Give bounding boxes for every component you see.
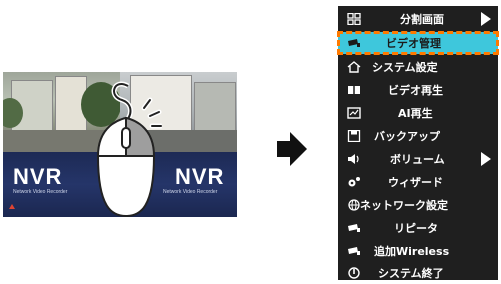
menu-item-label: ボリューム xyxy=(390,153,445,166)
menu-item-label: ネットワーク設定 xyxy=(360,199,448,212)
alert-icon xyxy=(9,204,15,209)
nvr-context-menu: 分割画面 ビデオ管理 システム設定 ビデオ再生 AI再生 バックアップ ボリュー… xyxy=(337,6,499,280)
menu-item-label: システム設定 xyxy=(372,61,438,74)
wireless-camera-icon xyxy=(348,247,360,255)
menu-item-network-settings[interactable]: ネットワーク設定 xyxy=(338,194,498,216)
nvr-logo-left: NVR xyxy=(13,164,63,189)
menu-item-system-settings[interactable]: システム設定 xyxy=(338,56,498,78)
home-icon xyxy=(347,61,361,73)
menu-item-backup[interactable]: バックアップ xyxy=(338,125,498,147)
camera-icon xyxy=(348,39,360,47)
nvr-subtitle-right: Network Video Recorder xyxy=(163,189,218,195)
menu-item-label: リピータ xyxy=(394,222,438,235)
menu-item-volume[interactable]: ボリューム xyxy=(338,148,498,170)
menu-item-wizard[interactable]: ウィザード xyxy=(338,171,498,193)
menu-item-label: ウィザード xyxy=(388,176,443,189)
menu-item-video-playback[interactable]: ビデオ再生 xyxy=(338,79,498,101)
grid-icon xyxy=(347,13,361,25)
nvr-logo-right: NVR xyxy=(175,164,225,189)
menu-item-label: ビデオ再生 xyxy=(388,84,443,97)
save-icon xyxy=(347,130,361,142)
menu-item-add-wireless[interactable]: 追加Wireless xyxy=(338,240,498,262)
submenu-arrow-icon xyxy=(481,152,491,166)
submenu-arrow-icon xyxy=(481,12,491,26)
menu-item-ai-playback[interactable]: AI再生 xyxy=(338,102,498,124)
power-icon xyxy=(348,267,360,279)
menu-item-label: バックアップ xyxy=(374,130,440,143)
ai-icon xyxy=(347,107,361,119)
menu-item-split-screen[interactable]: 分割画面 xyxy=(338,8,498,30)
repeater-icon xyxy=(348,224,360,232)
menu-item-label: 分割画面 xyxy=(400,13,444,26)
menu-item-label: ビデオ管理 xyxy=(386,37,441,50)
right-arrow-icon xyxy=(277,132,307,166)
network-icon xyxy=(348,199,360,211)
wizard-icon xyxy=(348,177,360,187)
menu-item-video-management[interactable]: ビデオ管理 xyxy=(337,31,499,55)
volume-icon xyxy=(348,154,359,164)
menu-item-label: システム終了 xyxy=(378,267,444,280)
nvr-subtitle-left: Network Video Recorder xyxy=(13,189,68,195)
menu-item-repeater[interactable]: リピータ xyxy=(338,217,498,239)
menu-item-label: AI再生 xyxy=(398,107,433,120)
menu-item-label: 追加Wireless xyxy=(374,245,450,258)
playback-icon xyxy=(348,86,360,94)
menu-item-shutdown[interactable]: システム終了 xyxy=(338,262,498,284)
mouse-right-click-icon xyxy=(96,81,162,218)
